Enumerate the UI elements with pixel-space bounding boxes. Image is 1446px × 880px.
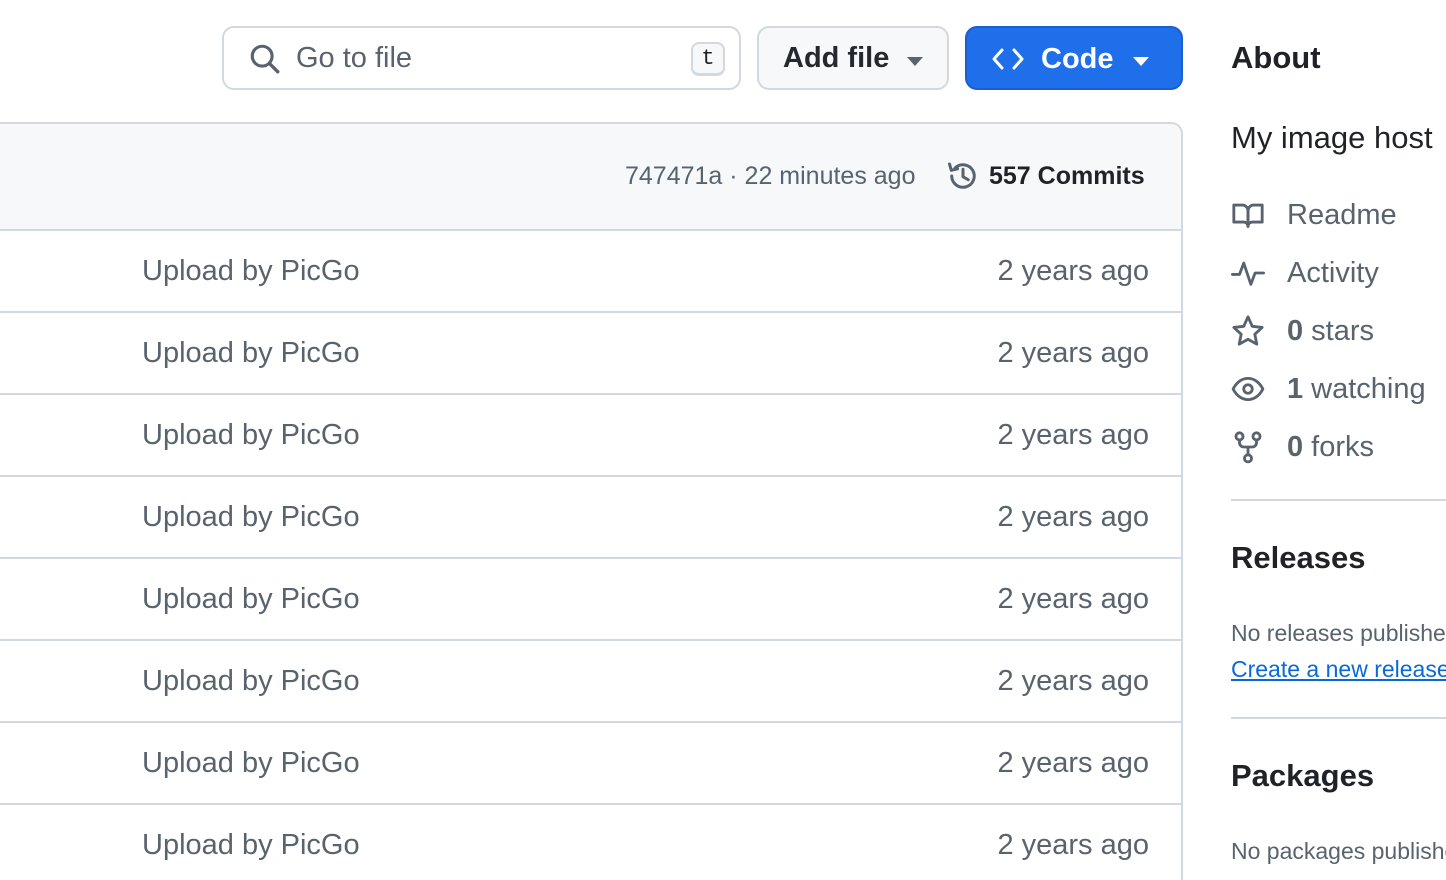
commit-age: 2 years ago	[997, 829, 1149, 861]
table-row: Upload by PicGo 2 years ago	[0, 395, 1181, 477]
table-row: Upload by PicGo 2 years ago	[0, 641, 1181, 723]
commit-message[interactable]: Upload by PicGo	[142, 665, 360, 698]
chevron-down-icon	[1133, 57, 1149, 66]
commit-message[interactable]: Upload by PicGo	[142, 501, 360, 534]
stars-count: 0	[1287, 314, 1304, 347]
activity-label: Activity	[1287, 256, 1379, 289]
history-icon	[948, 162, 976, 189]
commit-age: 2 years ago	[997, 665, 1149, 697]
go-to-file-search[interactable]: t	[222, 26, 741, 90]
add-file-label: Add file	[783, 41, 890, 74]
readme-label: Readme	[1287, 198, 1397, 231]
activity-link[interactable]: Activity	[1231, 256, 1379, 290]
repo-sidebar: About My image host Readme Activity 0 st…	[1231, 0, 1446, 880]
about-heading: About	[1231, 40, 1321, 75]
watching-count: 1	[1287, 372, 1304, 405]
latest-commit-meta[interactable]: 747471a · 22 minutes ago	[625, 162, 916, 191]
commit-age: 2 years ago	[997, 501, 1149, 533]
commit-age: 2 years ago	[997, 583, 1149, 615]
table-row: Upload by PicGo 2 years ago	[0, 723, 1181, 805]
go-to-file-input[interactable]	[296, 38, 676, 78]
commit-message[interactable]: Upload by PicGo	[142, 747, 360, 780]
eye-icon	[1231, 376, 1265, 402]
commit-age: 2 years ago	[997, 337, 1149, 369]
table-row: Upload by PicGo 2 years ago	[0, 477, 1181, 559]
file-table: 747471a · 22 minutes ago 557 Commits Upl…	[0, 122, 1183, 880]
commit-message[interactable]: Upload by PicGo	[142, 337, 360, 370]
table-row: Upload by PicGo 2 years ago	[0, 559, 1181, 641]
forks-count: 0	[1287, 430, 1304, 463]
commit-age: 2 years ago	[997, 747, 1149, 779]
no-packages-text: No packages published	[1231, 838, 1446, 864]
readme-link[interactable]: Readme	[1231, 198, 1397, 232]
code-button[interactable]: Code	[965, 26, 1183, 90]
stars-link[interactable]: 0 stars	[1231, 314, 1374, 348]
fork-icon	[1234, 431, 1262, 464]
code-icon	[992, 48, 1024, 70]
forks-label: forks	[1311, 430, 1374, 463]
pulse-icon	[1231, 261, 1265, 286]
no-releases-text: No releases published	[1231, 620, 1446, 646]
table-row: Upload by PicGo 2 years ago	[0, 231, 1181, 313]
commit-message[interactable]: Upload by PicGo	[142, 419, 360, 452]
create-release-link[interactable]: Create a new release	[1231, 656, 1446, 683]
commit-message[interactable]: Upload by PicGo	[142, 583, 360, 616]
commit-age: 2 years ago	[997, 255, 1149, 287]
divider	[1231, 499, 1446, 501]
code-label: Code	[1041, 43, 1114, 75]
commit-message[interactable]: Upload by PicGo	[142, 255, 360, 288]
releases-heading[interactable]: Releases	[1231, 540, 1365, 576]
commits-count: 557 Commits	[989, 161, 1145, 190]
watching-label: watching	[1311, 372, 1426, 405]
star-icon	[1232, 315, 1264, 346]
commit-age: 2 years ago	[997, 419, 1149, 451]
chevron-down-icon	[907, 57, 923, 66]
commit-message[interactable]: Upload by PicGo	[142, 829, 360, 862]
packages-heading[interactable]: Packages	[1231, 758, 1374, 794]
table-row: Upload by PicGo 2 years ago	[0, 805, 1181, 880]
stars-label: stars	[1311, 314, 1374, 347]
keyboard-shortcut-hint: t	[691, 42, 725, 76]
book-icon	[1232, 203, 1264, 228]
repo-description: My image host	[1231, 120, 1433, 155]
latest-commit-bar: 747471a · 22 minutes ago 557 Commits	[0, 124, 1181, 231]
forks-link[interactable]: 0 forks	[1231, 430, 1374, 464]
add-file-button[interactable]: Add file	[757, 26, 949, 90]
repo-page: t Add file Code 747471a · 22 minutes ago…	[0, 0, 1446, 880]
divider	[1231, 717, 1446, 719]
table-row: Upload by PicGo 2 years ago	[0, 313, 1181, 395]
commits-history-link[interactable]: 557 Commits	[945, 158, 1145, 194]
watching-link[interactable]: 1 watching	[1231, 372, 1426, 406]
search-icon	[250, 44, 280, 74]
